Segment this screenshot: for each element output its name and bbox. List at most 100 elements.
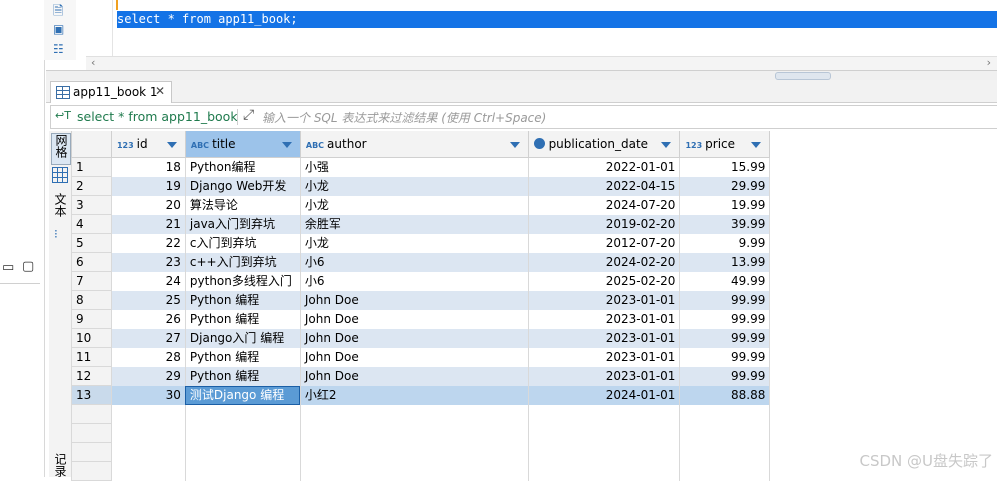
sql-statement-line[interactable]: select * from app11_book; <box>117 11 997 28</box>
cell-author[interactable]: John Doe <box>300 290 529 310</box>
row-number-cell[interactable]: 3 <box>71 195 112 215</box>
cell-price[interactable]: 29.99 <box>679 176 771 196</box>
column-header-author[interactable]: ABC author <box>299 131 529 158</box>
cell-id[interactable]: 23 <box>111 252 186 272</box>
cell-price[interactable]: 9.99 <box>679 233 771 253</box>
cell-price[interactable]: 99.99 <box>679 347 771 367</box>
cell-date[interactable]: 2022-01-01 <box>528 157 681 177</box>
cell-id[interactable]: 30 <box>111 385 186 405</box>
cell-date[interactable]: 2023-01-01 <box>528 309 681 329</box>
cell-id[interactable]: 19 <box>111 176 186 196</box>
filter-input[interactable]: 输入一个 SQL 表达式来过滤结果 (使用 Ctrl+Space) <box>262 109 546 126</box>
cell-price[interactable]: 99.99 <box>679 309 771 329</box>
cell-price[interactable]: 99.99 <box>679 328 771 348</box>
table-row[interactable]: 10 27 Django入门 编程 John Doe 2023-01-01 99.99 <box>71 328 997 348</box>
grid-icon[interactable] <box>52 167 68 183</box>
sort-arrow-icon[interactable] <box>751 142 762 148</box>
text-view-icon[interactable]: ⁝ <box>54 227 58 241</box>
cell-author[interactable]: 小龙 <box>300 233 529 253</box>
cell-title[interactable]: c++入门到弃坑 <box>185 252 301 272</box>
maximize-icon[interactable]: ▢ <box>22 259 34 274</box>
cell-author[interactable]: 小龙 <box>300 195 529 215</box>
row-number-cell[interactable]: 12 <box>71 366 112 386</box>
cell-author[interactable]: 小龙 <box>300 176 529 196</box>
cell-id[interactable]: 25 <box>111 290 186 310</box>
cell-title[interactable]: 测试Django 编程 <box>185 385 301 405</box>
outline-icon[interactable]: ☷ <box>53 42 64 56</box>
row-number-cell[interactable]: 7 <box>71 271 112 291</box>
table-row[interactable]: 9 26 Python 编程 John Doe 2023-01-01 99.99 <box>71 309 997 329</box>
execute-script-icon[interactable]: 🗎 <box>53 2 63 24</box>
table-row[interactable]: 4 21 java入门到弃坑 余胜军 2019-02-20 39.99 <box>71 214 997 234</box>
cell-author[interactable]: 小强 <box>300 157 529 177</box>
row-number-cell[interactable]: 8 <box>71 290 112 310</box>
table-row[interactable]: 2 19 Django Web开发 小龙 2022-04-15 29.99 <box>71 176 997 196</box>
cell-id[interactable]: 22 <box>111 233 186 253</box>
cell-title[interactable]: Python 编程 <box>185 366 301 386</box>
table-row[interactable]: 6 23 c++入门到弃坑 小6 2024-02-20 13.99 <box>71 252 997 272</box>
cell-date[interactable]: 2019-02-20 <box>528 214 681 234</box>
cell-id[interactable]: 24 <box>111 271 186 291</box>
column-header-title[interactable]: ABC title <box>184 131 301 158</box>
row-number-cell[interactable]: 5 <box>71 233 112 253</box>
table-row[interactable]: 5 22 c入门到弃坑 小龙 2012-07-20 9.99 <box>71 233 997 253</box>
cell-id[interactable]: 21 <box>111 214 186 234</box>
scroll-right-icon[interactable]: › <box>987 56 991 69</box>
cell-author[interactable]: 余胜军 <box>300 214 529 234</box>
expand-icon[interactable]: ⤢ <box>243 107 254 123</box>
cell-price[interactable]: 15.99 <box>679 157 771 177</box>
cell-date[interactable]: 2023-01-01 <box>528 347 681 367</box>
cell-author[interactable]: John Doe <box>300 309 529 329</box>
cell-author[interactable]: John Doe <box>300 347 529 367</box>
cell-title[interactable]: Python 编程 <box>185 347 301 367</box>
table-row[interactable]: 11 28 Python 编程 John Doe 2023-01-01 99.99 <box>71 347 997 367</box>
row-number-cell[interactable]: 4 <box>71 214 112 234</box>
current-query-label[interactable]: select * from app11_book <box>77 109 238 124</box>
row-number-cell[interactable]: 2 <box>71 176 112 196</box>
cell-price[interactable]: 99.99 <box>679 366 771 386</box>
row-number-cell[interactable]: 9 <box>71 309 112 329</box>
cell-title[interactable]: Python 编程 <box>185 290 301 310</box>
cell-author[interactable]: John Doe <box>300 366 529 386</box>
cell-date[interactable]: 2022-04-15 <box>528 176 681 196</box>
sort-arrow-icon[interactable] <box>661 142 672 148</box>
tab-result-app11-book[interactable]: app11_book 1 ✕ <box>50 81 172 103</box>
cell-title[interactable]: Python 编程 <box>185 309 301 329</box>
cell-price[interactable]: 13.99 <box>679 252 771 272</box>
close-icon[interactable]: ✕ <box>155 84 165 98</box>
cell-title[interactable]: Django入门 编程 <box>185 328 301 348</box>
cell-date[interactable]: 2024-02-20 <box>528 252 681 272</box>
cell-author[interactable]: 小6 <box>300 271 529 291</box>
cell-price[interactable]: 88.88 <box>679 385 771 405</box>
column-header-publication-date[interactable]: publication_date <box>527 131 681 158</box>
cell-price[interactable]: 49.99 <box>679 271 771 291</box>
sql-editor[interactable] <box>86 0 997 58</box>
cell-date[interactable]: 2025-02-20 <box>528 271 681 291</box>
row-number-cell[interactable]: 11 <box>71 347 112 367</box>
table-row[interactable]: 3 20 算法导论 小龙 2024-07-20 19.99 <box>71 195 997 215</box>
table-row[interactable]: 7 24 python多线程入门 小6 2025-02-20 49.99 <box>71 271 997 291</box>
tab-text[interactable]: 文本 <box>51 193 69 223</box>
tab-log[interactable]: 记录 <box>51 453 69 477</box>
row-number-cell[interactable]: 10 <box>71 328 112 348</box>
minimize-icon[interactable]: ▭ <box>2 260 14 275</box>
column-header-id[interactable]: 123 id <box>110 131 186 158</box>
cell-author[interactable]: 小6 <box>300 252 529 272</box>
cell-date[interactable]: 2023-01-01 <box>528 328 681 348</box>
table-row[interactable]: 1 18 Python编程 小强 2022-01-01 15.99 <box>71 157 997 177</box>
row-number-cell[interactable]: 1 <box>71 157 112 177</box>
cell-date[interactable]: 2023-01-01 <box>528 366 681 386</box>
sort-arrow-icon[interactable] <box>166 142 177 148</box>
cell-id[interactable]: 20 <box>111 195 186 215</box>
table-row[interactable]: 8 25 Python 编程 John Doe 2023-01-01 99.99 <box>71 290 997 310</box>
cell-author[interactable]: John Doe <box>300 328 529 348</box>
cell-title[interactable]: Django Web开发 <box>185 176 301 196</box>
row-number-cell[interactable]: 13 <box>71 385 112 405</box>
splitter-grip[interactable] <box>775 72 831 80</box>
cell-title[interactable]: java入门到弃坑 <box>185 214 301 234</box>
cell-price[interactable]: 99.99 <box>679 290 771 310</box>
cell-title[interactable]: 算法导论 <box>185 195 301 215</box>
cell-date[interactable]: 2024-07-20 <box>528 195 681 215</box>
cell-id[interactable]: 18 <box>111 157 186 177</box>
cell-price[interactable]: 19.99 <box>679 195 771 215</box>
